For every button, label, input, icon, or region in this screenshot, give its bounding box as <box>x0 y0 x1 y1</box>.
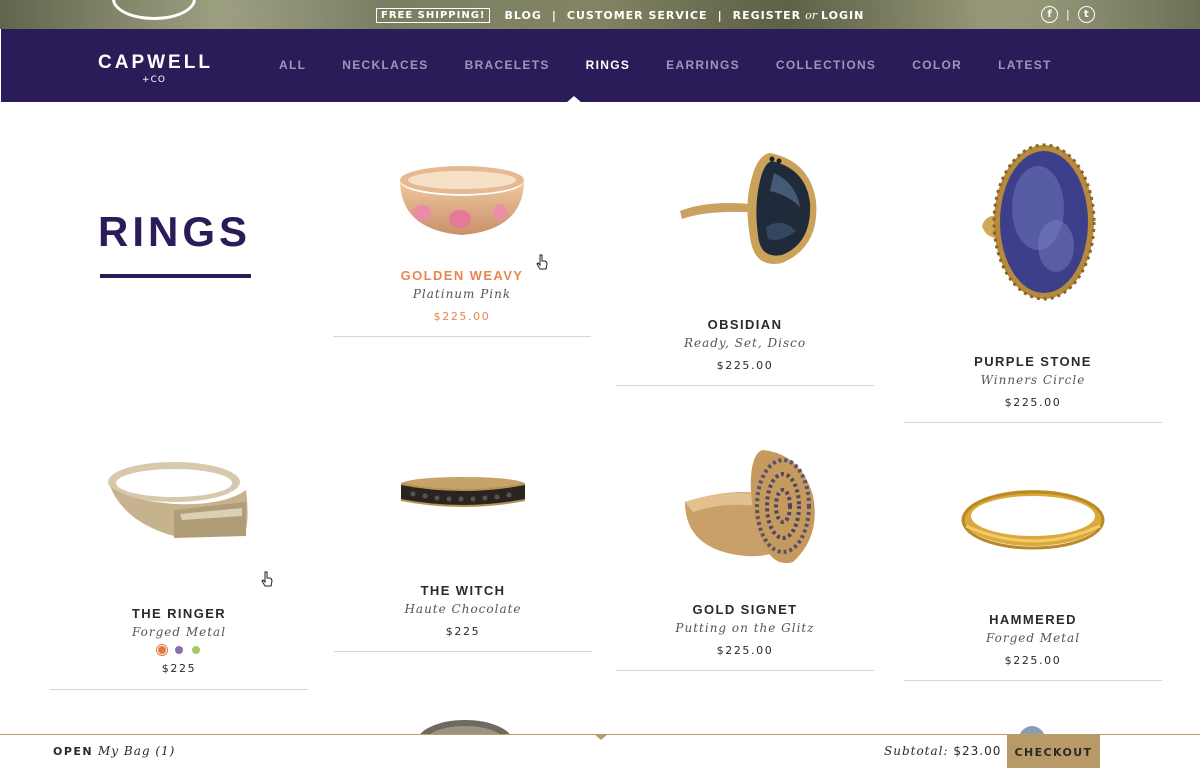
twitter-icon[interactable]: t <box>1077 6 1095 23</box>
divider: | <box>717 8 723 22</box>
main-navbar: CAPWELL +CO ALL NECKLACES BRACELETS RING… <box>1 29 1200 102</box>
card-divider <box>50 689 308 690</box>
product-price: $225.00 <box>1004 396 1062 409</box>
product-subtitle: Putting on the Glitz <box>675 621 815 635</box>
checkout-button[interactable]: CHECKOUT <box>1007 735 1100 768</box>
customer-service-link[interactable]: CUSTOMER SERVICE <box>567 9 708 22</box>
nav-item-bracelets[interactable]: BRACELETS <box>465 58 550 72</box>
product-subtitle: Platinum Pink <box>412 287 512 301</box>
nav-item-earrings[interactable]: EARRINGS <box>666 58 740 72</box>
brand-sub: +CO <box>142 75 166 85</box>
subtotal: Subtotal: $23.00 <box>884 744 1001 758</box>
page-title: RINGS <box>98 208 252 255</box>
product-price: $225.00 <box>433 310 491 323</box>
product-name[interactable]: THE RINGER <box>50 606 308 621</box>
product-image[interactable] <box>968 142 1098 306</box>
product-card-golden-weavy[interactable]: GOLDEN WEAVY Platinum Pink $225.00 <box>333 150 591 337</box>
product-image[interactable] <box>665 446 825 570</box>
card-divider <box>333 336 591 337</box>
hand-cursor-icon <box>261 571 273 587</box>
social-links: f | t <box>1041 6 1095 23</box>
product-name[interactable]: GOLD SIGNET <box>616 602 874 617</box>
swatch-purple[interactable] <box>175 646 183 654</box>
bag-summary[interactable]: My Bag (1) <box>98 744 175 758</box>
product-price: $225 <box>445 625 481 638</box>
active-nav-caret <box>566 96 582 103</box>
product-card-hammered[interactable]: HAMMERED Forged Metal $225.00 <box>904 486 1162 681</box>
product-price: $225.00 <box>716 644 774 657</box>
register-link[interactable]: REGISTER <box>733 9 802 22</box>
product-price: $225.00 <box>1004 654 1062 667</box>
product-image[interactable] <box>960 486 1106 556</box>
color-swatches <box>50 644 308 656</box>
nav-item-rings[interactable]: RINGS <box>586 58 631 72</box>
swatch-green[interactable] <box>192 646 200 654</box>
next-row-ring-peek <box>1010 712 1070 734</box>
hand-cursor-icon <box>536 254 548 270</box>
bag-bar-caret-icon <box>594 734 608 740</box>
subtotal-label: Subtotal: <box>884 744 949 758</box>
brand-name: CAPWELL <box>98 52 213 73</box>
product-price: $225 <box>161 662 197 675</box>
product-subtitle: Forged Metal <box>985 631 1081 645</box>
facebook-icon[interactable]: f <box>1041 6 1058 23</box>
open-bag-button[interactable]: OPEN <box>53 745 93 758</box>
brand-logo[interactable]: CAPWELL +CO <box>98 52 210 85</box>
top-utility-bar: FREE SHIPPING! BLOG | CUSTOMER SERVICE |… <box>0 0 1200 29</box>
nav-item-collections[interactable]: COLLECTIONS <box>776 58 876 72</box>
free-shipping-badge[interactable]: FREE SHIPPING! <box>376 7 491 23</box>
card-divider <box>904 680 1162 681</box>
login-link[interactable]: LOGIN <box>821 9 864 22</box>
product-name[interactable]: PURPLE STONE <box>904 354 1162 369</box>
product-card-gold-signet[interactable]: GOLD SIGNET Putting on the Glitz $225.00 <box>616 446 874 671</box>
card-divider <box>616 385 874 386</box>
nav-item-all[interactable]: ALL <box>279 58 306 72</box>
divider: | <box>551 8 557 22</box>
card-divider <box>904 422 1162 423</box>
product-name[interactable]: GOLDEN WEAVY <box>333 268 591 283</box>
product-price: $225.00 <box>716 359 774 372</box>
product-subtitle: Winners Circle <box>980 373 1086 387</box>
nav-item-necklaces[interactable]: NECKLACES <box>342 58 428 72</box>
product-name[interactable]: THE WITCH <box>334 583 592 598</box>
product-subtitle: Ready, Set, Disco <box>683 336 807 350</box>
product-card-purple-stone[interactable]: PURPLE STONE Winners Circle $225.00 <box>904 142 1162 423</box>
blog-link[interactable]: BLOG <box>504 9 541 22</box>
or-text: or <box>805 8 818 22</box>
nav-item-color[interactable]: COLOR <box>912 58 962 72</box>
product-card-obsidian[interactable]: OBSIDIAN Ready, Set, Disco $225.00 <box>616 147 874 386</box>
product-image[interactable] <box>392 150 532 250</box>
card-divider <box>616 670 874 671</box>
next-row-ring-peek <box>400 712 530 734</box>
product-image[interactable] <box>670 147 820 271</box>
subtotal-value: $23.00 <box>953 744 1002 758</box>
utility-links: FREE SHIPPING! BLOG | CUSTOMER SERVICE |… <box>376 6 864 24</box>
product-subtitle: Forged Metal <box>131 625 227 639</box>
product-subtitle: Haute Chocolate <box>404 602 522 616</box>
card-divider <box>334 651 592 652</box>
product-card-the-witch[interactable]: THE WITCH Haute Chocolate $225 <box>334 468 592 652</box>
title-underline <box>100 274 251 278</box>
category-nav: ALL NECKLACES BRACELETS RINGS EARRINGS C… <box>279 58 1088 72</box>
product-image[interactable] <box>393 468 533 518</box>
product-image[interactable] <box>104 452 254 552</box>
product-name[interactable]: OBSIDIAN <box>616 317 874 332</box>
divider: | <box>1066 8 1070 21</box>
swatch-orange[interactable] <box>156 644 168 656</box>
nav-item-latest[interactable]: LATEST <box>998 58 1052 72</box>
product-name[interactable]: HAMMERED <box>904 612 1162 627</box>
shopping-bag-bar: OPEN My Bag (1) Subtotal: $23.00 CHECKOU… <box>0 734 1200 768</box>
